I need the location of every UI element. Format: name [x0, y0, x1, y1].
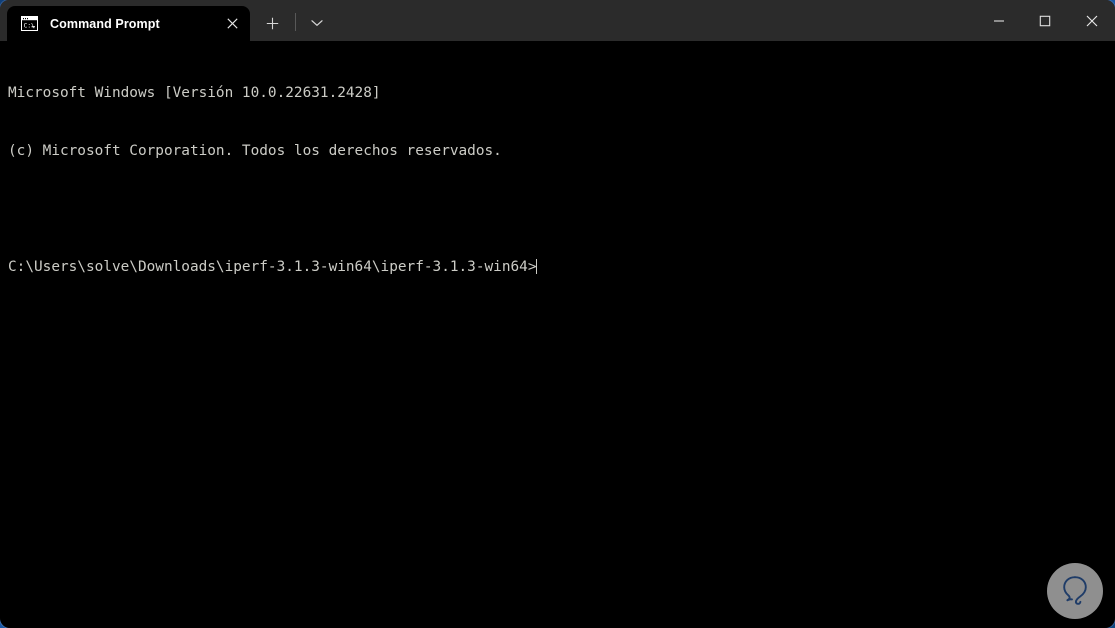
- text-cursor: [535, 259, 537, 275]
- terminal-output: Microsoft Windows [Versión 10.0.22631.24…: [8, 45, 1115, 317]
- caption-buttons: [976, 0, 1115, 41]
- tab-strip: C:\ Command Prompt: [0, 0, 332, 41]
- tab-dropdown-button[interactable]: [302, 8, 332, 38]
- window-close-button[interactable]: [1068, 0, 1115, 41]
- new-tab-button[interactable]: [257, 8, 287, 38]
- tab-close-button[interactable]: [218, 10, 246, 38]
- close-icon: [226, 18, 238, 29]
- maximize-icon: [1039, 15, 1051, 26]
- minimize-button[interactable]: [976, 0, 1022, 41]
- plus-icon: [266, 17, 278, 29]
- terminal-prompt-line: C:\Users\solve\Downloads\iperf-3.1.3-win…: [8, 258, 1115, 277]
- minimize-icon: [994, 19, 1004, 22]
- terminal-line: (c) Microsoft Corporation. Todos los der…: [8, 143, 502, 160]
- title-bar: C:\ Command Prompt: [0, 0, 1115, 41]
- assistant-badge[interactable]: [1047, 563, 1103, 619]
- command-prompt-icon: C:\: [21, 16, 38, 31]
- terminal-body[interactable]: Microsoft Windows [Versión 10.0.22631.24…: [0, 41, 1115, 628]
- svg-text:C:\: C:\: [24, 22, 35, 29]
- maximize-button[interactable]: [1022, 0, 1068, 41]
- assistant-bulb-icon: [1063, 576, 1087, 605]
- tabstrip-divider: [295, 13, 296, 31]
- tab-title: Command Prompt: [50, 16, 160, 31]
- tab-command-prompt[interactable]: C:\ Command Prompt: [7, 6, 250, 41]
- terminal-line: Microsoft Windows [Versión 10.0.22631.24…: [8, 84, 381, 101]
- terminal-window: C:\ Command Prompt Microsoft Windows [Ve…: [0, 0, 1115, 628]
- chevron-down-icon: [311, 20, 323, 26]
- close-icon: [1086, 15, 1097, 26]
- prompt-path: C:\Users\solve\Downloads\iperf-3.1.3-win…: [8, 259, 537, 276]
